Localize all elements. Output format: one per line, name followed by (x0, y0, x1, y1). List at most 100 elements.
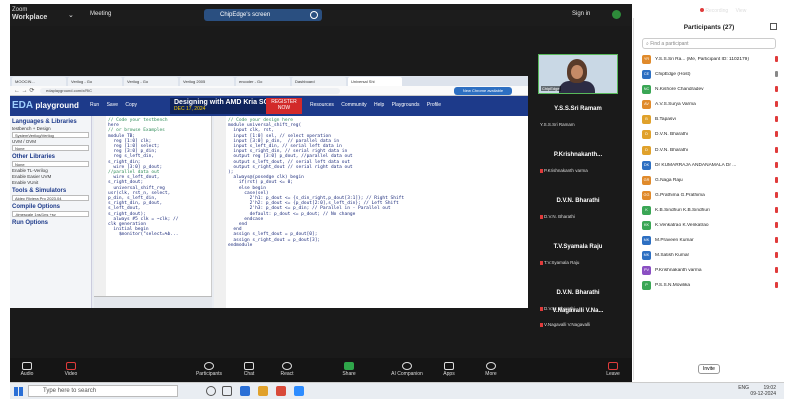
tile-name: Y.S.S.Sri Ramam (554, 106, 602, 112)
taskbar-search-input[interactable]: Type here to search (28, 385, 178, 397)
participant-tile[interactable]: D.V.N. Bharathi D.V.N. Bharathi (538, 188, 618, 232)
compile-options-field[interactable]: -timescale 1ns/1ns +sv (12, 211, 89, 217)
zoom-icon[interactable] (294, 386, 304, 396)
participant-row[interactable]: YR Y.S.S.Sri Ra... (Me, Participant ID: 1… (640, 52, 780, 67)
participant-tile[interactable]: P.Krishnakanth... P.Krishnakanth varma (538, 142, 618, 186)
avatar: PV (642, 266, 651, 276)
chevron-down-icon[interactable]: ⌄ (68, 11, 74, 19)
system-tray[interactable]: ENG 19:02 09-12-2024 (738, 385, 776, 397)
popout-icon[interactable] (770, 23, 777, 30)
participant-row[interactable]: MK M.Praveen Kumar (640, 233, 780, 248)
avatar: AV (642, 100, 651, 110)
new-chrome-button[interactable]: New Chrome available (454, 87, 512, 95)
participant-row[interactable]: P P.S.S.N.Mowlika (640, 278, 780, 293)
nav-playgrounds[interactable]: Playgrounds (392, 102, 420, 108)
browser-tabs: MOOCIN... Verilog - Go Verilog - Go Veri… (10, 76, 528, 86)
participant-row[interactable]: NC N.Kishore Chandradev (640, 82, 780, 97)
copy-button[interactable]: Copy (125, 102, 137, 108)
participant-row[interactable]: DK Dr KUMARRAJA ANDANAMALA Dr ... (640, 158, 780, 173)
tile-label: V.Nagavalli V.Nagavalli (540, 322, 590, 327)
participant-search-input[interactable]: ⌕ Find a participant (642, 38, 776, 49)
apps-button[interactable]: Apps (434, 362, 464, 377)
nav-profile[interactable]: Profile (427, 102, 441, 108)
browser-tab[interactable]: MOOCIN... (12, 77, 66, 86)
windows-start-icon[interactable] (14, 387, 23, 396)
participant-row[interactable]: AV A.V.S.Surya Varma (640, 97, 780, 112)
save-button[interactable]: Save (107, 102, 118, 108)
chat-button[interactable]: Chat (234, 362, 264, 377)
participant-row[interactable]: D D.V.N. Bharathi (640, 143, 780, 158)
shield-icon[interactable] (612, 10, 621, 19)
edge-icon[interactable] (240, 386, 250, 396)
enable-easier-checkbox[interactable]: Enable Easier UVM (12, 174, 89, 179)
muted-mic-icon (775, 191, 778, 198)
tool-select[interactable]: Aldec Riviera Pro 2023.04 (12, 195, 89, 201)
task-view-icon[interactable] (222, 386, 232, 396)
react-button[interactable]: React (272, 362, 302, 377)
participant-row[interactable]: B B.Tapasvi (640, 112, 780, 127)
cortana-icon[interactable] (206, 386, 216, 396)
section-compile-options: Compile Options (12, 204, 60, 210)
url-field[interactable]: edaplayground.com/x/RiC (40, 88, 340, 94)
audio-button[interactable]: Audio (12, 362, 42, 377)
line-numbers (94, 116, 106, 308)
muted-mic-icon (775, 101, 778, 108)
file-explorer-icon[interactable] (258, 386, 268, 396)
screen-share-pill[interactable]: ChipEdge's screen (204, 9, 322, 21)
meeting-label[interactable]: Meeting (90, 11, 111, 17)
ai-companion-button[interactable]: AI Companion (382, 362, 432, 377)
signin-link[interactable]: Sign in (572, 11, 590, 17)
stop-share-icon[interactable] (310, 11, 318, 19)
muted-mic-icon (775, 176, 778, 183)
view-button[interactable]: View (736, 8, 747, 14)
active-speaker-video[interactable]: ChipEdge (538, 54, 618, 94)
testbench-editor[interactable]: // Code your testbench here// or browse E… (94, 116, 212, 308)
participant-row[interactable]: GG G.Prathima G.Prathima (640, 188, 780, 203)
leave-button[interactable]: Leave (598, 362, 628, 377)
participant-tile[interactable]: T.V.Syamala Raju T.V.Syamala Raju (538, 234, 618, 278)
more-button[interactable]: More (476, 362, 506, 377)
enable-tl-checkbox[interactable]: Enable TL-Verilog (12, 168, 89, 173)
participant-row[interactable]: D D.V.N. Bharathi (640, 127, 780, 142)
participant-row[interactable]: CE ChipEdge (Host) (640, 67, 780, 82)
participant-row[interactable]: KK K.Venkatrao K.Venkatrao (640, 218, 780, 233)
workspace-label[interactable]: Zoom Workplace (12, 7, 47, 21)
invite-button[interactable]: Invite (698, 364, 720, 374)
language-select[interactable]: SystemVerilog/Verilog (12, 132, 89, 138)
run-button[interactable]: Run (90, 102, 99, 108)
enable-vunit-checkbox[interactable]: Enable VUnit (12, 180, 89, 185)
participant-tile[interactable]: Y.S.S.Sri Ramam Y.S.S.Sri Ramam (538, 96, 618, 140)
chrome-icon[interactable] (276, 386, 286, 396)
browser-tab[interactable]: encoder - Go (236, 77, 290, 86)
recording-dot-icon (700, 8, 704, 12)
muted-mic-icon (540, 168, 543, 173)
browser-tab[interactable]: Verilog - Go (68, 77, 122, 86)
participant-row[interactable]: GR G.Naga Raju (640, 173, 780, 188)
share-button[interactable]: Share (334, 362, 364, 377)
video-button[interactable]: Video (56, 362, 86, 377)
nav-community[interactable]: Community (341, 102, 366, 108)
uvm-select[interactable]: None (12, 145, 89, 151)
register-button[interactable]: REGISTER NOW (266, 98, 302, 114)
recording-status[interactable]: Recording View (700, 8, 746, 14)
participant-row[interactable]: K K.B.Sindhuri K.B.Sindhuri (640, 203, 780, 218)
nav-help[interactable]: Help (374, 102, 384, 108)
participants-button[interactable]: Participants (194, 362, 224, 377)
logo-playground: playground (35, 101, 79, 110)
other-libs-select[interactable]: None (12, 161, 89, 167)
tile-label-text: Y.S.S.Sri Ramam (540, 122, 575, 127)
participant-row[interactable]: MK M.Satish Kumar (640, 248, 780, 263)
tile-label-text: D.V.N. Bharathi (544, 214, 575, 219)
participant-tile[interactable]: V.Nagavalli V.Na... V.Nagavalli V.Nagava… (538, 304, 618, 344)
browser-tab[interactable]: Verilog 2005 (180, 77, 234, 86)
people-icon (204, 362, 214, 370)
browser-tab-active[interactable]: Universal Shi (348, 77, 402, 86)
participant-row[interactable]: PV P.Krishnakanth varma (640, 263, 780, 278)
nav-resources[interactable]: Resources (310, 102, 334, 108)
participant-name: M.Praveen Kumar (655, 238, 694, 244)
eda-logo[interactable]: EDA playground (12, 100, 84, 114)
browser-tab[interactable]: Dashboard (292, 77, 346, 86)
design-editor[interactable]: // Code your design here module universal… (214, 116, 528, 308)
browser-tab[interactable]: Verilog - Go (124, 77, 178, 86)
back-forward-icon[interactable]: ← → ⟳ (14, 87, 34, 94)
